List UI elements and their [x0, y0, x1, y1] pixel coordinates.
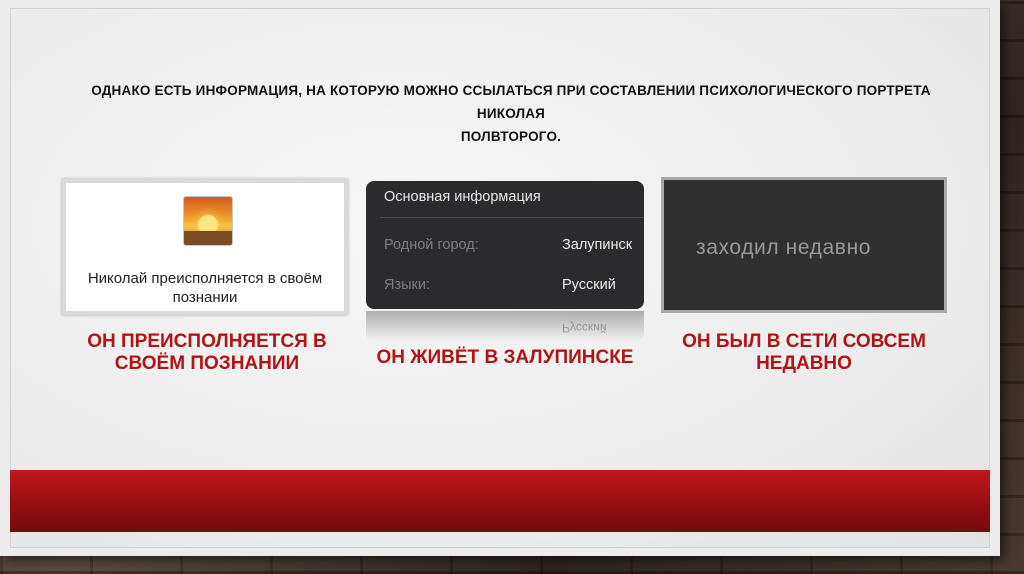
ground-shape [184, 231, 232, 245]
caption-online-line-2: НЕДАВНО [756, 353, 852, 374]
caption-hometown: ОН ЖИВЁТ В ЗАЛУПИНСКЕ [376, 347, 634, 368]
languages-label: Языки: [384, 277, 431, 293]
hometown-label: Родной город: [384, 237, 479, 253]
last-seen-status: заходил недавно [696, 236, 872, 259]
last-seen-panel: заходил недавно [664, 180, 944, 310]
sunset-avatar-icon [183, 196, 233, 246]
profile-status-panel: Николай преисполняется в своём познании [66, 183, 344, 311]
title-line-2: ПОЛВТОРОГО. [460, 129, 562, 144]
slide-title: ОДНАКО ЕСТЬ ИНФОРМАЦИЯ, НА КОТОРУЮ МОЖНО… [71, 79, 951, 148]
caption-knowledge-line-2: СВОЁМ ПОЗНАНИИ [114, 353, 300, 374]
red-footer-band [10, 470, 990, 532]
status-line-1: Николай преисполняется в своём [87, 270, 323, 287]
caption-knowledge-line-1: ОН ПРЕИСПОЛНЯЕТСЯ В [87, 331, 327, 352]
basic-info-screenshot: Основная информация Родной город: Залупи… [366, 181, 644, 309]
title-line-1: ОДНАКО ЕСТЬ ИНФОРМАЦИЯ, НА КОТОРУЮ МОЖНО… [91, 83, 931, 121]
slide: ОДНАКО ЕСТЬ ИНФОРМАЦИЯ, НА КОТОРУЮ МОЖНО… [0, 0, 1000, 556]
profile-status-text: Николай преисполняется в своём познании [66, 269, 344, 307]
reflection-text: Русский [562, 321, 607, 335]
status-line-2: познании [172, 289, 238, 306]
last-seen-screenshot: заходил недавно [661, 177, 947, 313]
languages-value: Русский [562, 277, 616, 293]
caption-online-line-1: ОН БЫЛ В СЕТИ СОВСЕМ [682, 331, 926, 352]
basic-info-header: Основная информация [384, 189, 541, 205]
header-divider [380, 217, 644, 218]
caption-online: ОН БЫЛ В СЕТИ СОВСЕМ НЕДАВНО [661, 331, 947, 375]
caption-knowledge: ОН ПРЕИСПОЛНЯЕТСЯ В СВОЁМ ПОЗНАНИИ [67, 331, 347, 375]
slide-canvas: ОДНАКО ЕСТЬ ИНФОРМАЦИЯ, НА КОТОРУЮ МОЖНО… [10, 8, 990, 548]
hometown-value: Залупинск [562, 237, 633, 253]
profile-status-screenshot: Николай преисполняется в своём познании [62, 179, 348, 315]
card-reflection: Русский [366, 311, 644, 341]
